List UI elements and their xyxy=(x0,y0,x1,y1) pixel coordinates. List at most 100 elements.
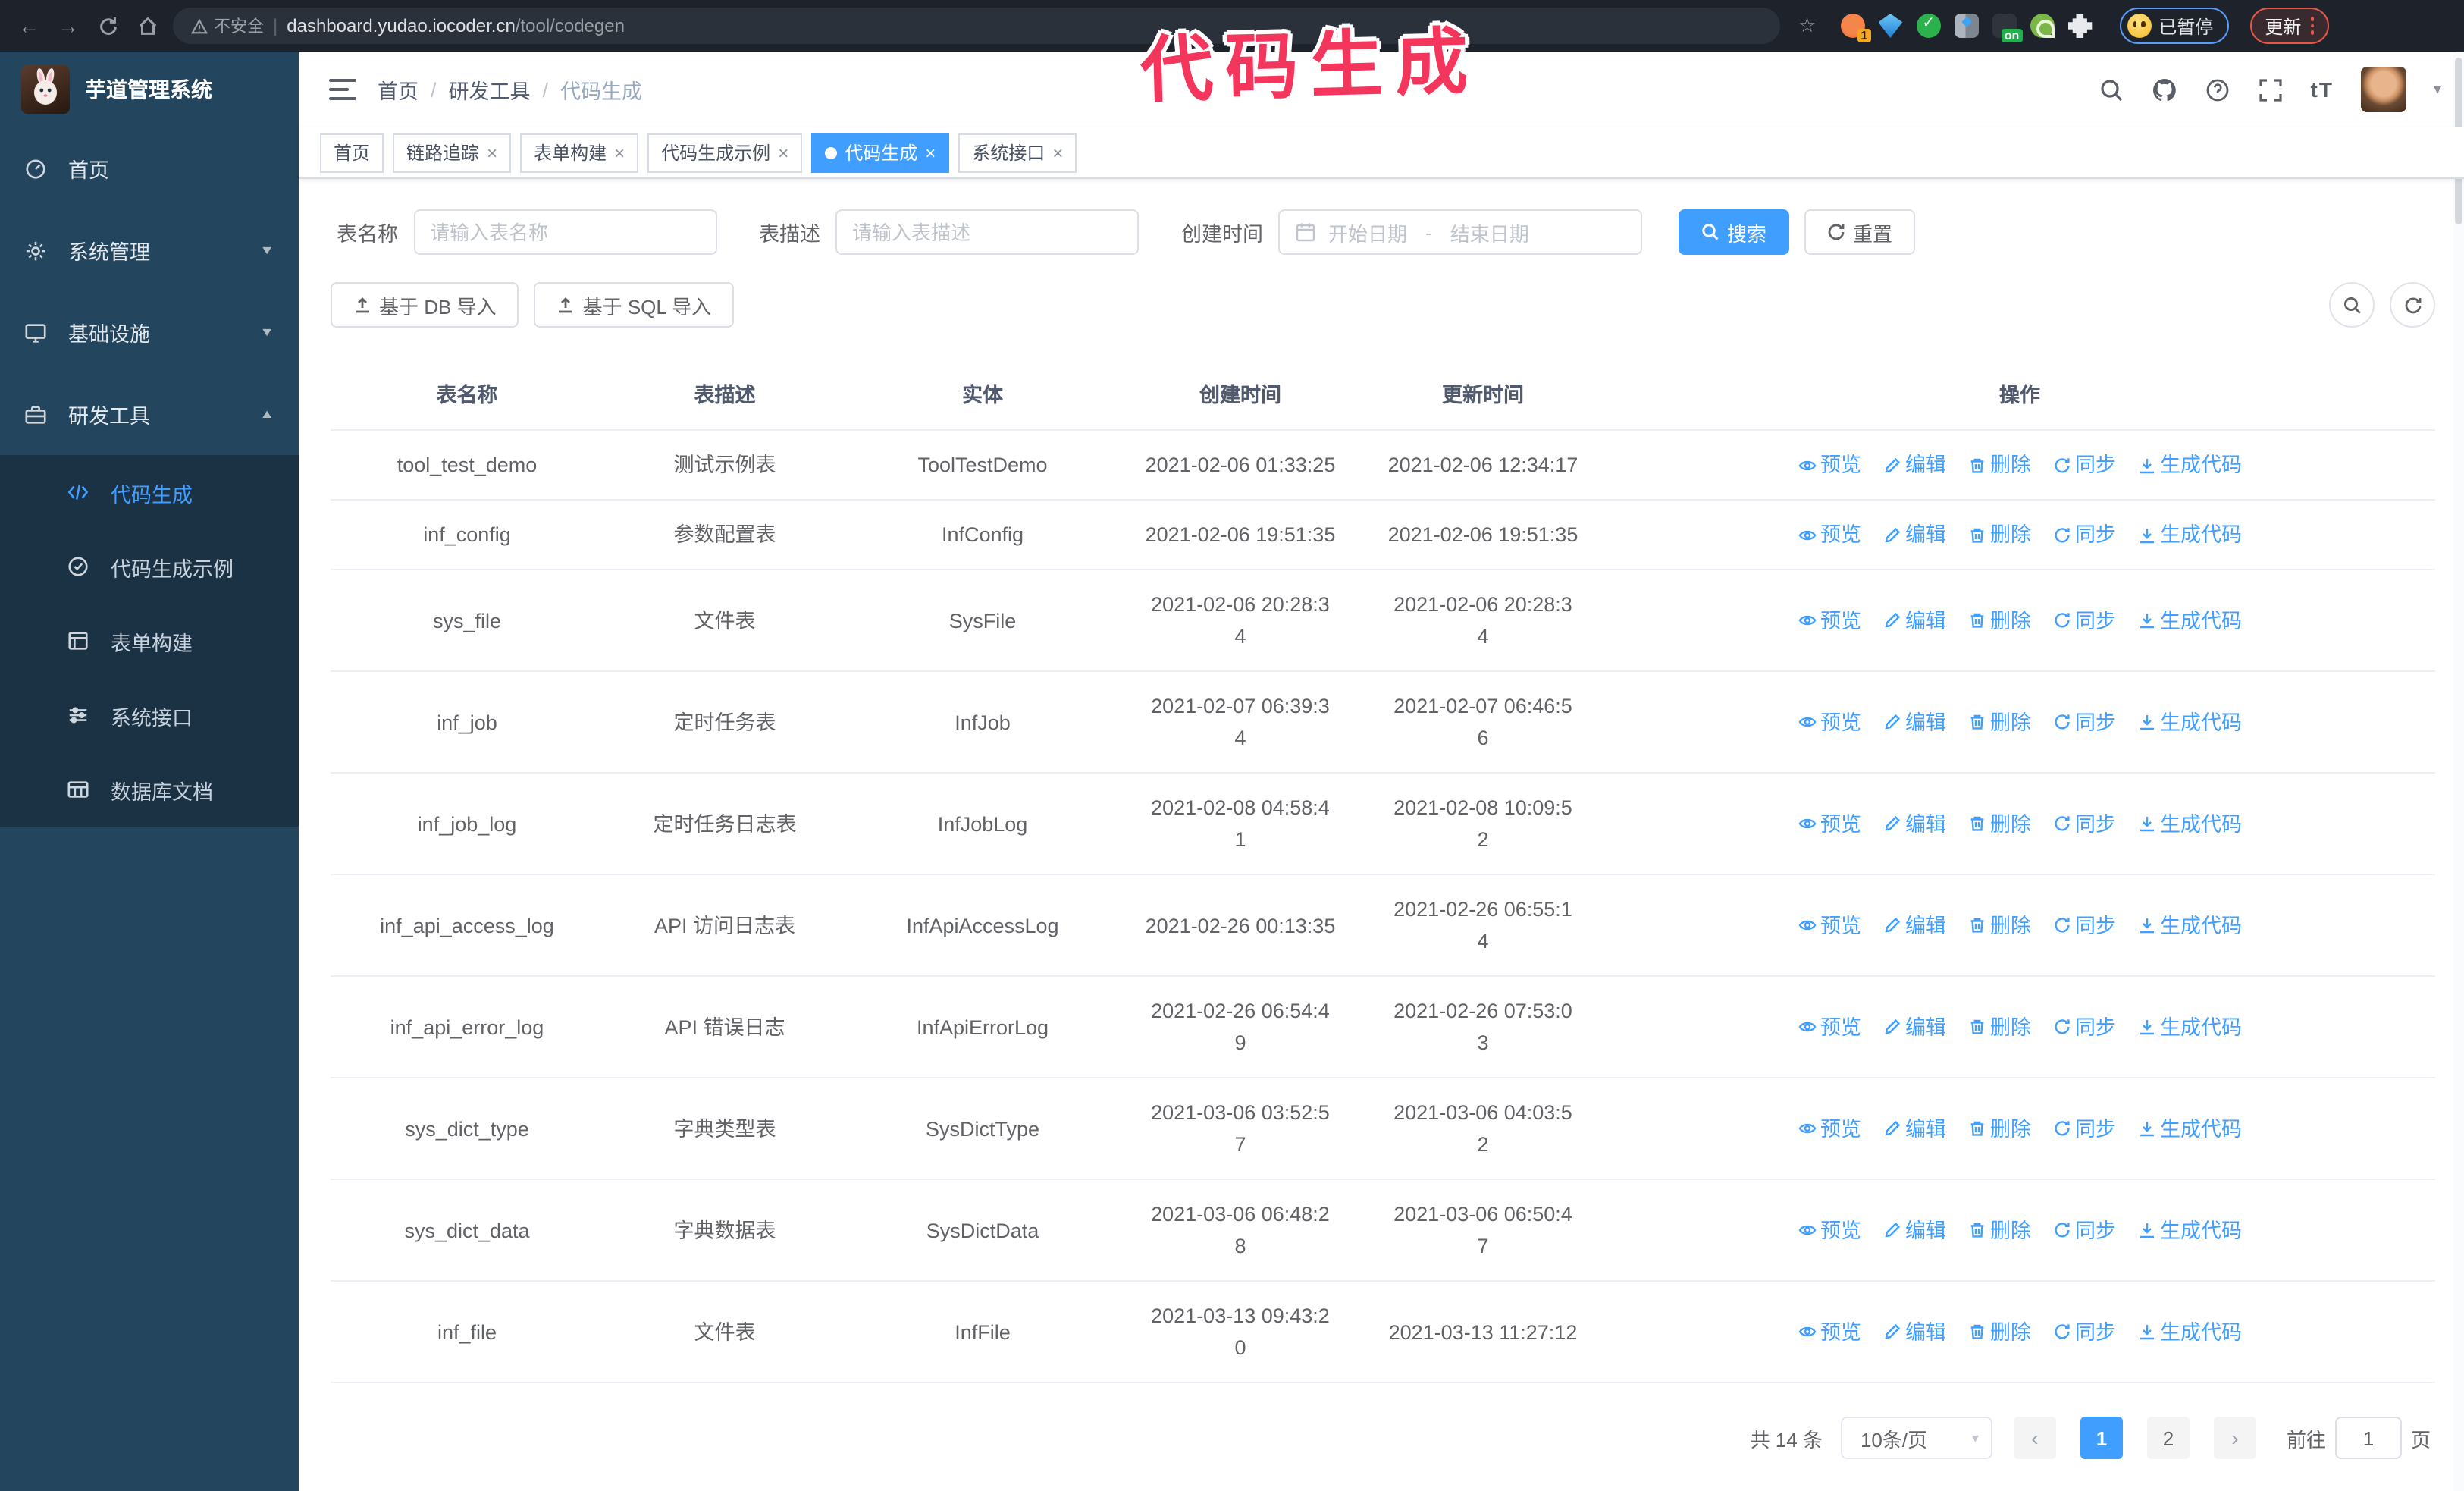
fullscreen-icon[interactable] xyxy=(2258,77,2284,102)
page-button-2[interactable]: 2 xyxy=(2146,1417,2190,1459)
tag-home[interactable]: 首页 xyxy=(320,133,384,172)
avatar-caret-icon[interactable]: ▾ xyxy=(2434,81,2441,98)
edit-link[interactable]: 编辑 xyxy=(1882,909,1946,941)
tag-form-builder[interactable]: 表单构建 × xyxy=(520,133,639,172)
help-icon[interactable] xyxy=(2205,77,2230,102)
sync-link[interactable]: 同步 xyxy=(2052,1011,2116,1043)
tag-system-api[interactable]: 系统接口 × xyxy=(958,133,1077,172)
sidebar-item-codegen-demo[interactable]: 代码生成示例 xyxy=(0,529,299,604)
generate-code-link[interactable]: 生成代码 xyxy=(2137,808,2242,840)
sync-link[interactable]: 同步 xyxy=(2052,909,2116,941)
preview-link[interactable]: 预览 xyxy=(1798,1113,1861,1144)
generate-code-link[interactable]: 生成代码 xyxy=(2137,706,2242,738)
back-icon[interactable]: ← xyxy=(15,12,42,39)
date-range-picker[interactable]: 开始日期 - 结束日期 xyxy=(1278,209,1642,255)
delete-link[interactable]: 删除 xyxy=(1967,909,2031,941)
home-icon[interactable] xyxy=(133,12,161,39)
search-button[interactable]: 搜索 xyxy=(1679,209,1790,255)
close-icon[interactable]: × xyxy=(487,142,497,163)
preview-link[interactable]: 预览 xyxy=(1798,449,1861,481)
edit-link[interactable]: 编辑 xyxy=(1882,604,1946,636)
github-icon[interactable] xyxy=(2152,77,2177,102)
sync-link[interactable]: 同步 xyxy=(2052,1214,2116,1246)
user-avatar[interactable] xyxy=(2360,67,2406,112)
extension-icon-check[interactable] xyxy=(1916,14,1941,38)
delete-link[interactable]: 删除 xyxy=(1967,1214,2031,1246)
tag-codegen-demo[interactable]: 代码生成示例 × xyxy=(647,133,803,172)
refresh-table-button[interactable] xyxy=(2390,282,2435,328)
delete-link[interactable]: 删除 xyxy=(1967,706,2031,738)
import-sql-button[interactable]: 基于 SQL 导入 xyxy=(534,282,735,328)
page-button-1[interactable]: 1 xyxy=(2080,1417,2123,1459)
sidebar-item-devtools[interactable]: 研发工具 ▲ xyxy=(0,373,299,455)
browser-menu-icon[interactable] xyxy=(2310,17,2315,35)
preview-link[interactable]: 预览 xyxy=(1798,1214,1861,1246)
generate-code-link[interactable]: 生成代码 xyxy=(2137,1011,2242,1043)
next-page-button[interactable]: › xyxy=(2213,1417,2256,1459)
tag-trace[interactable]: 链路追踪 × xyxy=(393,133,512,172)
sidebar-item-system-api[interactable]: 系统接口 xyxy=(0,678,299,752)
forward-icon[interactable]: → xyxy=(55,12,82,39)
generate-code-link[interactable]: 生成代码 xyxy=(2137,1316,2242,1348)
extension-icon-gem[interactable] xyxy=(1878,14,1903,38)
generate-code-link[interactable]: 生成代码 xyxy=(2137,1214,2242,1246)
page-scrollbar[interactable] xyxy=(2453,52,2464,1491)
search-icon[interactable] xyxy=(2099,77,2124,102)
tag-codegen[interactable]: 代码生成 × xyxy=(811,133,950,172)
preview-link[interactable]: 预览 xyxy=(1798,1316,1861,1348)
edit-link[interactable]: 编辑 xyxy=(1882,1316,1946,1348)
table-name-input[interactable] xyxy=(413,209,716,255)
reload-icon[interactable] xyxy=(94,12,121,39)
browser-update-button[interactable]: 更新 xyxy=(2249,8,2330,44)
bookmark-star-icon[interactable]: ☆ xyxy=(1798,14,1816,38)
extension-icon-columns[interactable] xyxy=(1954,14,1979,38)
sync-link[interactable]: 同步 xyxy=(2052,449,2116,481)
close-icon[interactable]: × xyxy=(614,142,625,163)
close-icon[interactable]: × xyxy=(1052,142,1063,163)
sync-link[interactable]: 同步 xyxy=(2052,1316,2116,1348)
toggle-search-button[interactable] xyxy=(2329,282,2375,328)
edit-link[interactable]: 编辑 xyxy=(1882,808,1946,840)
breadcrumb-home[interactable]: 首页 xyxy=(378,74,419,105)
sidebar-item-infra[interactable]: 基础设施 ▼ xyxy=(0,291,299,373)
hamburger-icon[interactable] xyxy=(329,79,356,100)
close-icon[interactable]: × xyxy=(925,142,936,163)
preview-link[interactable]: 预览 xyxy=(1798,604,1861,636)
delete-link[interactable]: 删除 xyxy=(1967,519,2031,551)
edit-link[interactable]: 编辑 xyxy=(1882,1113,1946,1144)
sidebar-item-home[interactable]: 首页 xyxy=(0,127,299,209)
delete-link[interactable]: 删除 xyxy=(1967,808,2031,840)
edit-link[interactable]: 编辑 xyxy=(1882,1011,1946,1043)
close-icon[interactable]: × xyxy=(778,142,788,163)
extension-icon-on[interactable]: on xyxy=(1992,14,2023,42)
preview-link[interactable]: 预览 xyxy=(1798,909,1861,941)
table-desc-input[interactable] xyxy=(835,209,1139,255)
page-size-select[interactable]: 10条/页 ▾ xyxy=(1840,1417,1992,1459)
sidebar-item-codegen[interactable]: 代码生成 xyxy=(0,455,299,529)
delete-link[interactable]: 删除 xyxy=(1967,1113,2031,1144)
delete-link[interactable]: 删除 xyxy=(1967,604,2031,636)
edit-link[interactable]: 编辑 xyxy=(1882,1214,1946,1246)
jump-page-input[interactable] xyxy=(2334,1417,2402,1459)
preview-link[interactable]: 预览 xyxy=(1798,706,1861,738)
sidebar-item-db-doc[interactable]: 数据库文档 xyxy=(0,752,299,827)
prev-page-button[interactable]: ‹ xyxy=(2013,1417,2056,1459)
generate-code-link[interactable]: 生成代码 xyxy=(2137,604,2242,636)
extension-icon-orange[interactable]: 1 xyxy=(1840,14,1871,42)
sidebar-item-form-builder[interactable]: 表单构建 xyxy=(0,604,299,678)
edit-link[interactable]: 编辑 xyxy=(1882,706,1946,738)
generate-code-link[interactable]: 生成代码 xyxy=(2137,449,2242,481)
preview-link[interactable]: 预览 xyxy=(1798,808,1861,840)
generate-code-link[interactable]: 生成代码 xyxy=(2137,909,2242,941)
reset-button[interactable]: 重置 xyxy=(1804,209,1916,255)
address-bar[interactable]: 不安全 | dashboard.yudao.iocoder.cn/tool/co… xyxy=(173,8,1780,44)
sync-link[interactable]: 同步 xyxy=(2052,706,2116,738)
security-warning[interactable]: 不安全 xyxy=(191,14,264,38)
app-logo[interactable]: 芋道管理系统 xyxy=(0,52,299,127)
delete-link[interactable]: 删除 xyxy=(1967,1316,2031,1348)
profile-paused-badge[interactable]: 已暂停 xyxy=(2119,8,2229,44)
generate-code-link[interactable]: 生成代码 xyxy=(2137,1113,2242,1144)
sync-link[interactable]: 同步 xyxy=(2052,604,2116,636)
extensions-puzzle-icon[interactable] xyxy=(2067,14,2093,38)
sync-link[interactable]: 同步 xyxy=(2052,519,2116,551)
